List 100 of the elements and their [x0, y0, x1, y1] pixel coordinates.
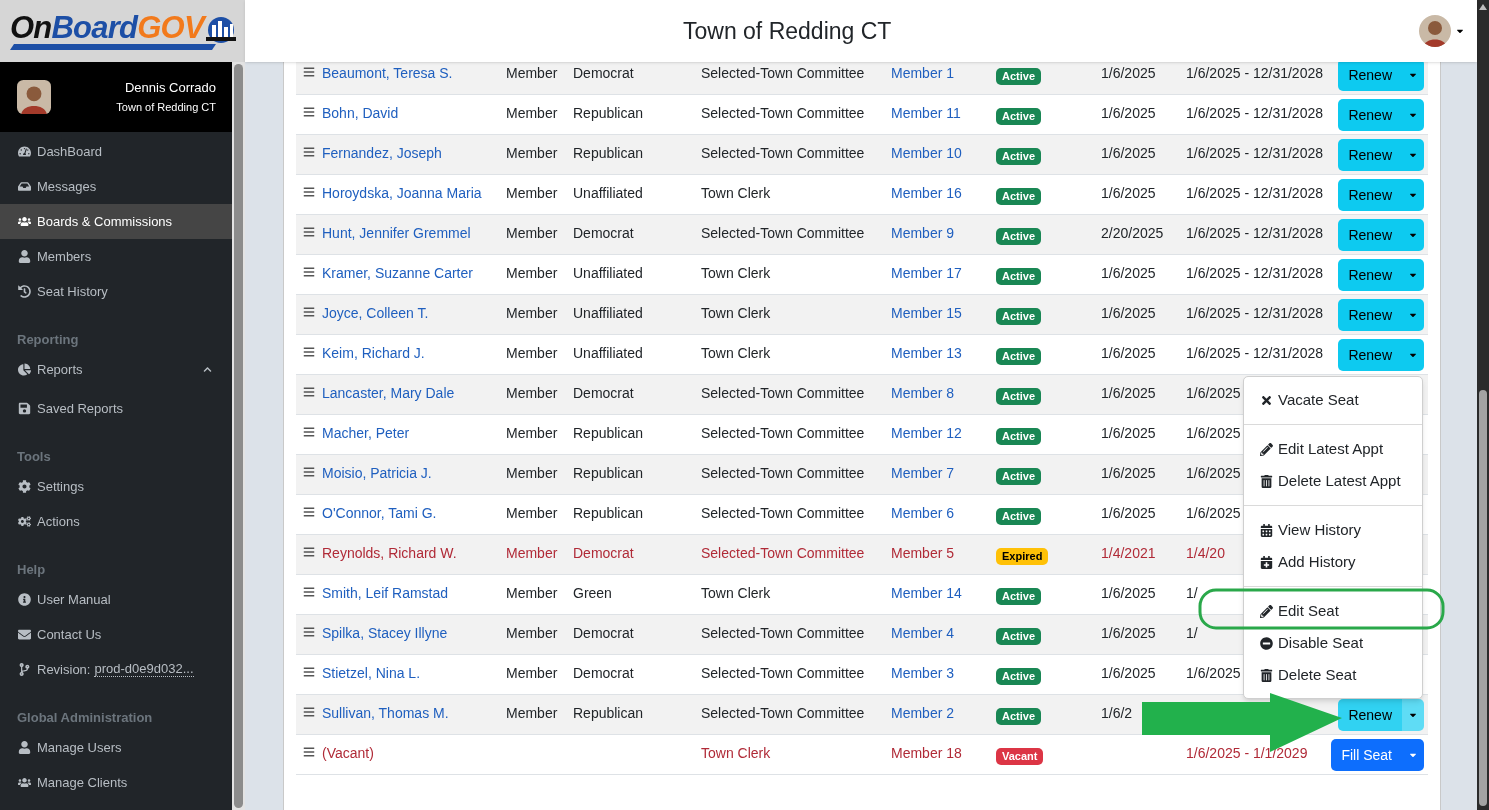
scroll-up-icon[interactable]: [1479, 4, 1487, 10]
scrollbar-thumb[interactable]: [1479, 390, 1487, 806]
drag-handle-icon[interactable]: [303, 106, 315, 118]
sidebar-item[interactable]: Seat History: [0, 274, 232, 309]
scrollbar-thumb[interactable]: [234, 64, 243, 808]
dropdown-toggle[interactable]: [1402, 179, 1424, 211]
sidebar-item[interactable]: Members: [0, 239, 232, 274]
member-name-link[interactable]: O'Connor, Tami G.: [322, 505, 437, 521]
seat-link[interactable]: Member 3: [891, 665, 955, 681]
dropdown-toggle[interactable]: [1402, 219, 1424, 251]
member-name-link[interactable]: Bohn, David: [322, 105, 399, 121]
menu-item[interactable]: Add History: [1244, 546, 1422, 578]
action-button[interactable]: Renew: [1338, 219, 1402, 251]
dropdown-toggle[interactable]: [1402, 139, 1424, 171]
action-button[interactable]: Fill Seat: [1331, 739, 1402, 771]
drag-handle-icon[interactable]: [303, 426, 315, 438]
member-name-link[interactable]: Horoydska, Joanna Maria: [322, 185, 482, 201]
member-name-link[interactable]: Lancaster, Mary Dale: [322, 385, 455, 401]
dropdown-toggle[interactable]: [1402, 299, 1424, 331]
drag-handle-icon[interactable]: [303, 466, 315, 478]
drag-handle-icon[interactable]: [303, 386, 315, 398]
drag-handle-icon[interactable]: [303, 546, 315, 558]
party-cell: Green: [573, 585, 612, 601]
menu-item[interactable]: Vacate Seat: [1244, 384, 1422, 416]
dropdown-toggle[interactable]: [1402, 699, 1424, 731]
action-button[interactable]: Renew: [1338, 179, 1402, 211]
seat-link[interactable]: Member 12: [891, 425, 962, 441]
drag-handle-icon[interactable]: [303, 186, 315, 198]
sidebar-item[interactable]: Saved Reports: [0, 391, 232, 426]
member-name-link[interactable]: Kramer, Suzanne Carter: [322, 265, 473, 281]
seat-link[interactable]: Member 15: [891, 305, 962, 321]
menu-item[interactable]: Delete Latest Appt: [1244, 465, 1422, 497]
drag-handle-icon[interactable]: [303, 66, 315, 78]
drag-handle-icon[interactable]: [303, 626, 315, 638]
sidebar-item[interactable]: Boards & Commissions: [0, 204, 232, 239]
member-name-link[interactable]: Fernandez, Joseph: [322, 145, 442, 161]
dropdown-toggle[interactable]: [1402, 99, 1424, 131]
menu-item[interactable]: Disable Seat: [1244, 627, 1422, 659]
dropdown-toggle[interactable]: [1402, 339, 1424, 371]
seat-link[interactable]: Member 10: [891, 145, 962, 161]
dropdown-toggle[interactable]: [1402, 739, 1424, 771]
seat-link[interactable]: Member 16: [891, 185, 962, 201]
member-name-link[interactable]: Sullivan, Thomas M.: [322, 705, 449, 721]
member-name-link[interactable]: Reynolds, Richard W.: [322, 545, 457, 561]
seat-link[interactable]: Member 13: [891, 345, 962, 361]
member-name-link[interactable]: Macher, Peter: [322, 425, 410, 441]
action-button[interactable]: Renew: [1338, 99, 1402, 131]
drag-handle-icon[interactable]: [303, 266, 315, 278]
dropdown-toggle[interactable]: [1402, 259, 1424, 291]
action-button[interactable]: Renew: [1338, 339, 1402, 371]
seat-link[interactable]: Member 7: [891, 465, 955, 481]
seat-link[interactable]: Member 8: [891, 385, 955, 401]
member-name-link[interactable]: Beaumont, Teresa S.: [322, 65, 453, 81]
action-button[interactable]: Renew: [1338, 62, 1402, 91]
member-name-link[interactable]: Keim, Richard J.: [322, 345, 425, 361]
member-name-link[interactable]: Stietzel, Nina L.: [322, 665, 421, 681]
seat-link[interactable]: Member 18: [891, 745, 962, 761]
seat-link[interactable]: Member 11: [891, 105, 961, 121]
action-button[interactable]: Renew: [1338, 299, 1402, 331]
member-name-link[interactable]: Hunt, Jennifer Gremmel: [322, 225, 471, 241]
seat-link[interactable]: Member 14: [891, 585, 962, 601]
menu-item[interactable]: Edit Latest Appt: [1244, 433, 1422, 465]
sidebar-item[interactable]: Contact Us: [0, 617, 232, 652]
dropdown-toggle[interactable]: [1402, 62, 1424, 91]
sidebar-item[interactable]: DashBoard: [0, 134, 232, 169]
drag-handle-icon[interactable]: [303, 666, 315, 678]
sidebar-item[interactable]: Messages: [0, 169, 232, 204]
action-button[interactable]: Renew: [1338, 259, 1402, 291]
sidebar-item[interactable]: Settings: [0, 469, 232, 504]
seat-link[interactable]: Member 5: [891, 545, 955, 561]
sidebar-item[interactable]: Revision: prod-d0e9d032...: [0, 652, 232, 687]
drag-handle-icon[interactable]: [303, 746, 315, 758]
drag-handle-icon[interactable]: [303, 586, 315, 598]
menu-item[interactable]: View History: [1244, 514, 1422, 546]
member-name-link[interactable]: (Vacant): [322, 745, 374, 761]
drag-handle-icon[interactable]: [303, 706, 315, 718]
seat-link[interactable]: Member 2: [891, 705, 955, 721]
member-name-link[interactable]: Smith, Leif Ramstad: [322, 585, 449, 601]
member-name-link[interactable]: Moisio, Patricia J.: [322, 465, 432, 481]
drag-handle-icon[interactable]: [303, 306, 315, 318]
sidebar-item[interactable]: Actions: [0, 504, 232, 539]
drag-handle-icon[interactable]: [303, 506, 315, 518]
revision-link[interactable]: prod-d0e9d032...: [94, 662, 194, 677]
member-name-link[interactable]: Joyce, Colleen T.: [322, 305, 429, 321]
seat-link[interactable]: Member 6: [891, 505, 955, 521]
sidebar-item[interactable]: Manage Users: [0, 730, 232, 765]
sidebar-item[interactable]: Reports: [0, 352, 232, 387]
member-name-link[interactable]: Spilka, Stacey Illyne: [322, 625, 448, 641]
seat-link[interactable]: Member 9: [891, 225, 955, 241]
sidebar-item[interactable]: User Manual: [0, 582, 232, 617]
menu-item[interactable]: Delete Seat: [1244, 659, 1422, 691]
drag-handle-icon[interactable]: [303, 146, 315, 158]
seat-link[interactable]: Member 1: [891, 65, 955, 81]
seat-link[interactable]: Member 4: [891, 625, 955, 641]
drag-handle-icon[interactable]: [303, 346, 315, 358]
seat-link[interactable]: Member 17: [891, 265, 962, 281]
drag-handle-icon[interactable]: [303, 226, 315, 238]
action-button[interactable]: Renew: [1338, 139, 1402, 171]
sidebar-item[interactable]: Manage Clients: [0, 765, 232, 800]
action-button[interactable]: Renew: [1338, 699, 1402, 731]
